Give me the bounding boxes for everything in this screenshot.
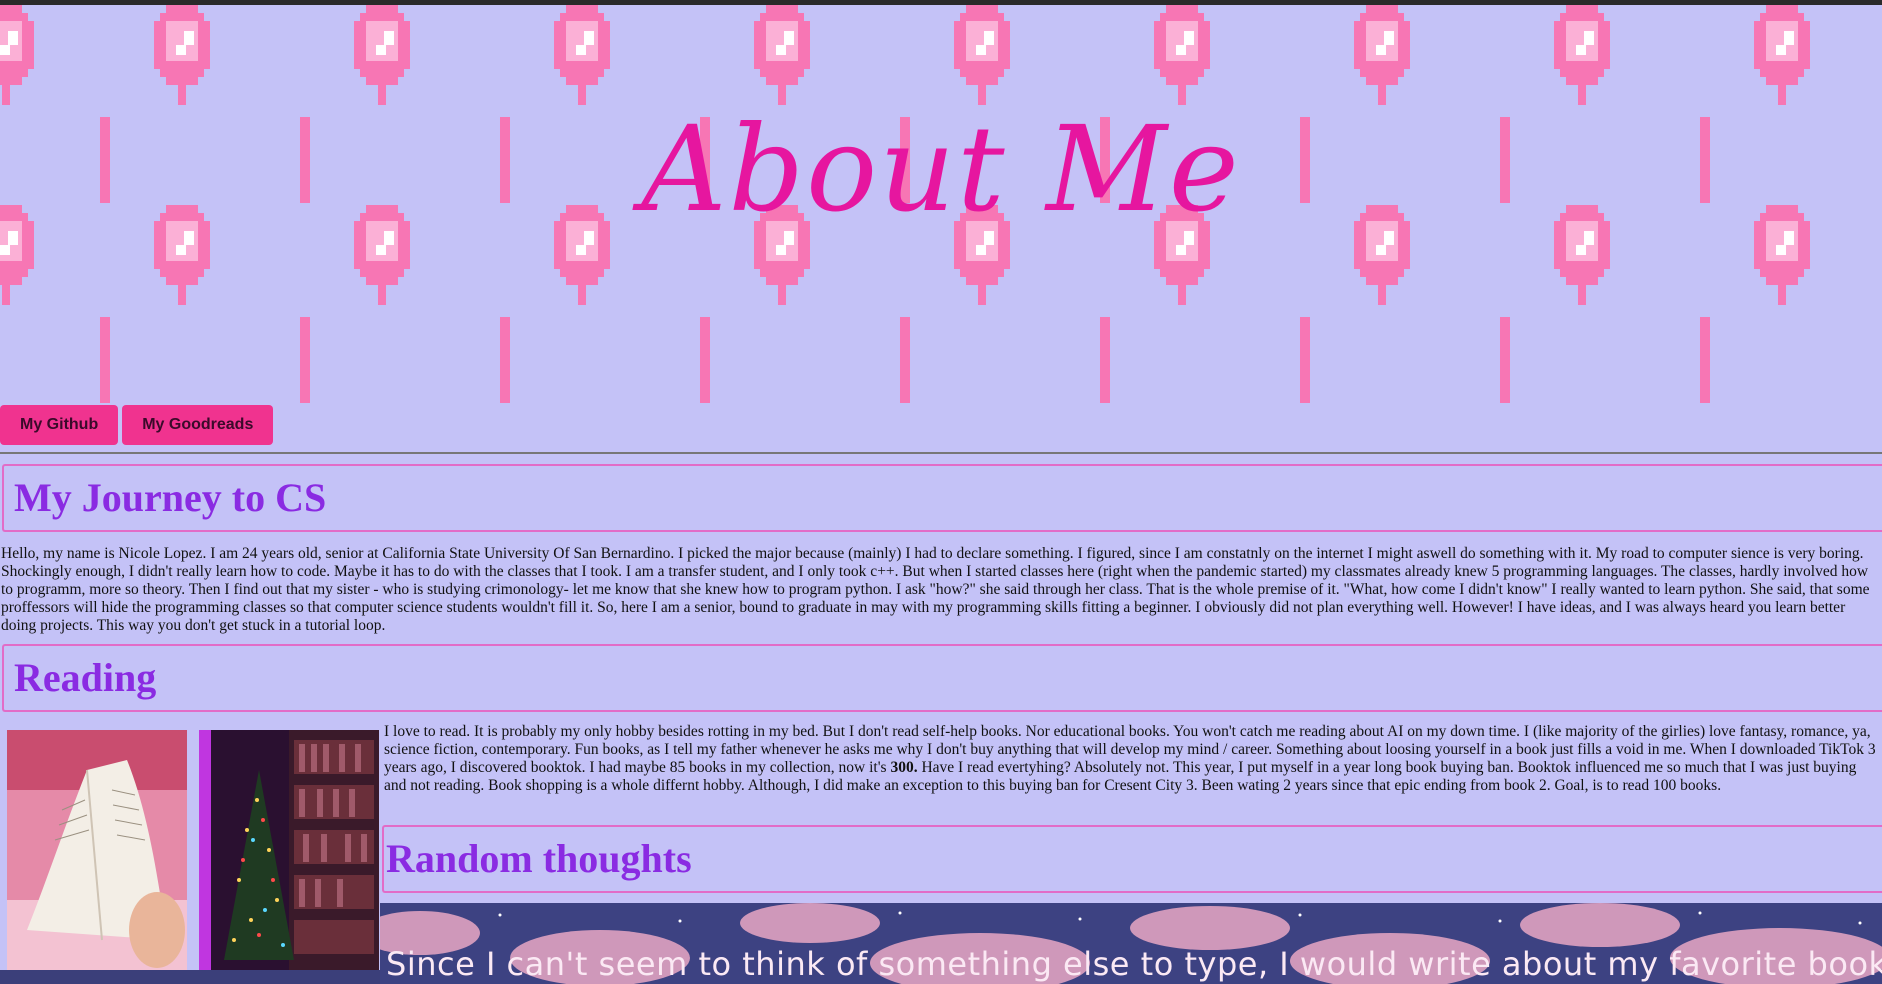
hero-header: About Me [0, 5, 1882, 405]
page-title: About Me [641, 100, 1241, 238]
journey-heading-box: My Journey to CS [2, 464, 1882, 532]
random-thoughts-text: Since I can't seem to think of something… [386, 945, 1882, 983]
reading-heading-box: Reading [2, 644, 1882, 712]
random-heading: Random thoughts [386, 836, 692, 881]
github-button[interactable]: My Github [0, 405, 119, 445]
journey-heading: My Journey to CS [14, 475, 327, 520]
reading-photo-book [7, 730, 187, 970]
random-heading-box: Random thoughts [382, 825, 1882, 893]
sky-strip-left [0, 970, 380, 984]
reading-heading: Reading [14, 655, 157, 700]
reading-paragraph: I love to read. It is probably my only h… [384, 723, 1882, 795]
goodreads-button[interactable]: My Goodreads [122, 405, 274, 445]
journey-paragraph: Hello, my name is Nicole Lopez. I am 24 … [1, 545, 1870, 634]
divider [0, 452, 1882, 454]
link-buttons: My Github My Goodreads [0, 405, 274, 447]
reading-photo-bookshelf [199, 730, 379, 970]
reading-book-count: 300. [890, 759, 918, 776]
sky-background: Since I can't seem to think of something… [380, 903, 1882, 984]
